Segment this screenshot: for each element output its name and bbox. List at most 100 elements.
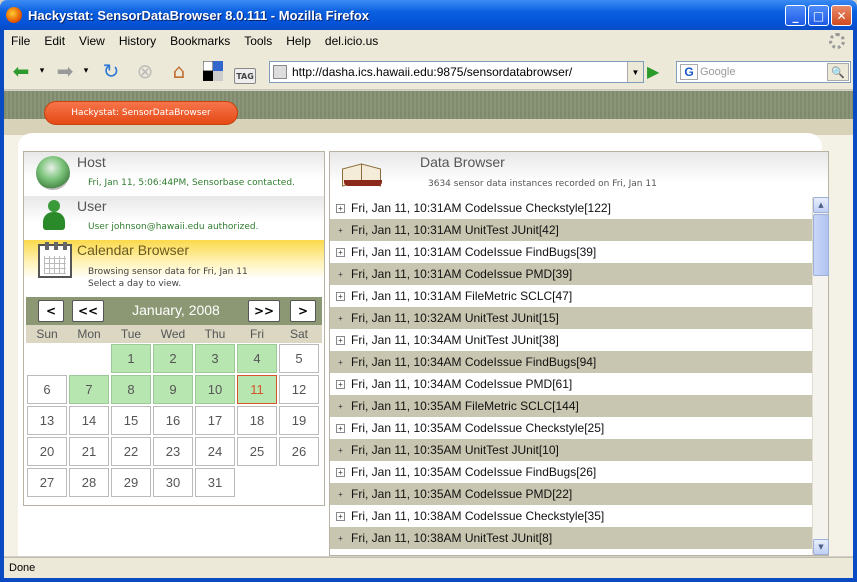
calendar-day[interactable]: 12 (279, 375, 319, 404)
stop-icon[interactable]: ⊗ (132, 58, 158, 84)
scroll-down-icon[interactable]: ▼ (813, 539, 829, 555)
calendar-day[interactable]: 19 (279, 406, 319, 435)
back-arrow-icon[interactable]: ⬅ (8, 58, 34, 84)
url-bar[interactable]: http://dasha.ics.hawaii.edu:9875/sensord… (269, 61, 644, 83)
sensor-data-row[interactable]: + Fri, Jan 11, 10:32AM UnitTest JUnit[15] (330, 307, 812, 329)
expand-icon[interactable]: + (336, 314, 345, 323)
next-year-button[interactable]: >> (248, 300, 280, 322)
sensor-data-row[interactable]: + Fri, Jan 11, 10:38AM CodeIssue Checksty… (330, 505, 812, 527)
delicious-icon[interactable] (200, 58, 226, 84)
expand-icon[interactable]: + (336, 335, 345, 345)
google-engine-icon[interactable]: G (680, 64, 698, 80)
sensor-data-row[interactable]: + Fri, Jan 11, 10:31AM CodeIssue PMD[39] (330, 263, 812, 285)
sensor-data-row[interactable]: + Fri, Jan 11, 10:31AM CodeIssue FindBugs… (330, 241, 812, 263)
forward-arrow-icon[interactable]: ➡ (52, 58, 78, 84)
calendar-day[interactable]: 15 (111, 406, 151, 435)
calendar-day[interactable]: 25 (237, 437, 277, 466)
back-history-dropdown-icon[interactable]: ▾ (36, 58, 48, 84)
calendar-day[interactable]: 28 (69, 468, 109, 497)
expand-icon[interactable]: + (336, 379, 345, 389)
maximize-button[interactable]: □ (808, 5, 829, 26)
sensor-data-row-label: Fri, Jan 11, 10:34AM UnitTest JUnit[38] (351, 333, 559, 347)
sensor-data-row[interactable]: + Fri, Jan 11, 10:34AM CodeIssue FindBugs… (330, 351, 812, 373)
app-title-button[interactable]: Hackystat: SensorDataBrowser (44, 101, 238, 125)
calendar-day[interactable]: 24 (195, 437, 235, 466)
prev-month-button[interactable]: < (38, 300, 64, 322)
expand-icon[interactable]: + (336, 534, 345, 543)
expand-icon[interactable]: + (336, 402, 345, 411)
calendar-day[interactable]: 4 (237, 344, 277, 373)
calendar-day[interactable]: 18 (237, 406, 277, 435)
search-box[interactable]: G Google 🔍 (676, 61, 851, 83)
expand-icon[interactable]: + (336, 358, 345, 367)
menu-bookmarks[interactable]: Bookmarks (170, 34, 230, 48)
forward-history-dropdown-icon[interactable]: ▾ (80, 58, 92, 84)
calendar-day[interactable]: 22 (111, 437, 151, 466)
calendar-day[interactable]: 8 (111, 375, 151, 404)
calendar-day[interactable]: 26 (279, 437, 319, 466)
scroll-up-icon[interactable]: ▲ (813, 197, 829, 213)
calendar-day[interactable]: 14 (69, 406, 109, 435)
expand-icon[interactable]: + (336, 490, 345, 499)
expand-icon[interactable]: + (336, 247, 345, 257)
menu-history[interactable]: History (119, 34, 156, 48)
sensor-data-row[interactable]: + Fri, Jan 11, 10:35AM CodeIssue FindBugs… (330, 461, 812, 483)
calendar-day[interactable]: 17 (195, 406, 235, 435)
sensor-data-row[interactable]: + Fri, Jan 11, 10:38AM UnitTest JUnit[8] (330, 527, 812, 549)
calendar-day[interactable]: 27 (27, 468, 67, 497)
sensor-data-row[interactable]: + Fri, Jan 11, 10:35AM CodeIssue Checksty… (330, 417, 812, 439)
home-icon[interactable]: ⌂ (166, 58, 192, 84)
next-month-button[interactable]: > (290, 300, 316, 322)
sensor-data-row[interactable]: + Fri, Jan 11, 10:35AM UnitTest JUnit[10] (330, 439, 812, 461)
menu-file[interactable]: File (11, 34, 30, 48)
calendar-day[interactable]: 13 (27, 406, 67, 435)
list-scrollbar[interactable]: ▲ ▼ (812, 197, 829, 555)
scroll-thumb[interactable] (813, 214, 829, 276)
expand-icon[interactable]: + (336, 467, 345, 477)
sensor-data-row[interactable]: + Fri, Jan 11, 10:34AM CodeIssue PMD[61] (330, 373, 812, 395)
calendar-day[interactable]: 16 (153, 406, 193, 435)
expand-icon[interactable]: + (336, 423, 345, 433)
sensor-data-row[interactable]: + Fri, Jan 11, 10:35AM FileMetric SCLC[14… (330, 395, 812, 417)
calendar-day[interactable]: 20 (27, 437, 67, 466)
menu-tools[interactable]: Tools (244, 34, 272, 48)
menu-help[interactable]: Help (286, 34, 311, 48)
calendar-day[interactable]: 31 (195, 468, 235, 497)
calendar-day[interactable]: 21 (69, 437, 109, 466)
sensor-data-row[interactable]: + Fri, Jan 11, 10:34AM UnitTest JUnit[38] (330, 329, 812, 351)
reload-icon[interactable]: ↻ (98, 58, 124, 84)
go-arrow-icon[interactable]: ▶ (647, 62, 667, 82)
calendar-day[interactable]: 10 (195, 375, 235, 404)
calendar-day[interactable]: 9 (153, 375, 193, 404)
calendar-day[interactable]: 23 (153, 437, 193, 466)
expand-icon[interactable]: + (336, 270, 345, 279)
menu-delicious[interactable]: del.icio.us (325, 34, 378, 48)
menu-view[interactable]: View (79, 34, 105, 48)
sensor-data-row[interactable]: + Fri, Jan 11, 10:31AM UnitTest JUnit[42] (330, 219, 812, 241)
calendar-day[interactable]: 7 (69, 375, 109, 404)
expand-icon[interactable]: + (336, 291, 345, 301)
calendar-day[interactable]: 2 (153, 344, 193, 373)
menu-edit[interactable]: Edit (44, 34, 65, 48)
calendar-day[interactable]: 11 (237, 375, 277, 404)
url-dropdown-icon[interactable]: ▼ (627, 62, 643, 82)
calendar-day[interactable]: 6 (27, 375, 67, 404)
calendar-day[interactable]: 30 (153, 468, 193, 497)
expand-icon[interactable]: + (336, 203, 345, 213)
sensor-data-row[interactable]: + Fri, Jan 11, 10:35AM CodeIssue PMD[22] (330, 483, 812, 505)
prev-year-button[interactable]: << (72, 300, 104, 322)
sensor-data-row[interactable]: + Fri, Jan 11, 10:31AM FileMetric SCLC[47… (330, 285, 812, 307)
close-button[interactable]: ✕ (831, 5, 852, 26)
expand-icon[interactable]: + (336, 226, 345, 235)
calendar-day[interactable]: 29 (111, 468, 151, 497)
minimize-button[interactable]: _ (785, 5, 806, 26)
sensor-data-row[interactable]: + Fri, Jan 11, 10:31AM CodeIssue Checksty… (330, 197, 812, 219)
calendar-day[interactable]: 5 (279, 344, 319, 373)
expand-icon[interactable]: + (336, 446, 345, 455)
tag-button[interactable]: TAG (234, 68, 256, 84)
calendar-day[interactable]: 3 (195, 344, 235, 373)
calendar-day[interactable]: 1 (111, 344, 151, 373)
window-border-bottom (0, 578, 857, 582)
search-icon[interactable]: 🔍 (827, 63, 849, 81)
expand-icon[interactable]: + (336, 511, 345, 521)
